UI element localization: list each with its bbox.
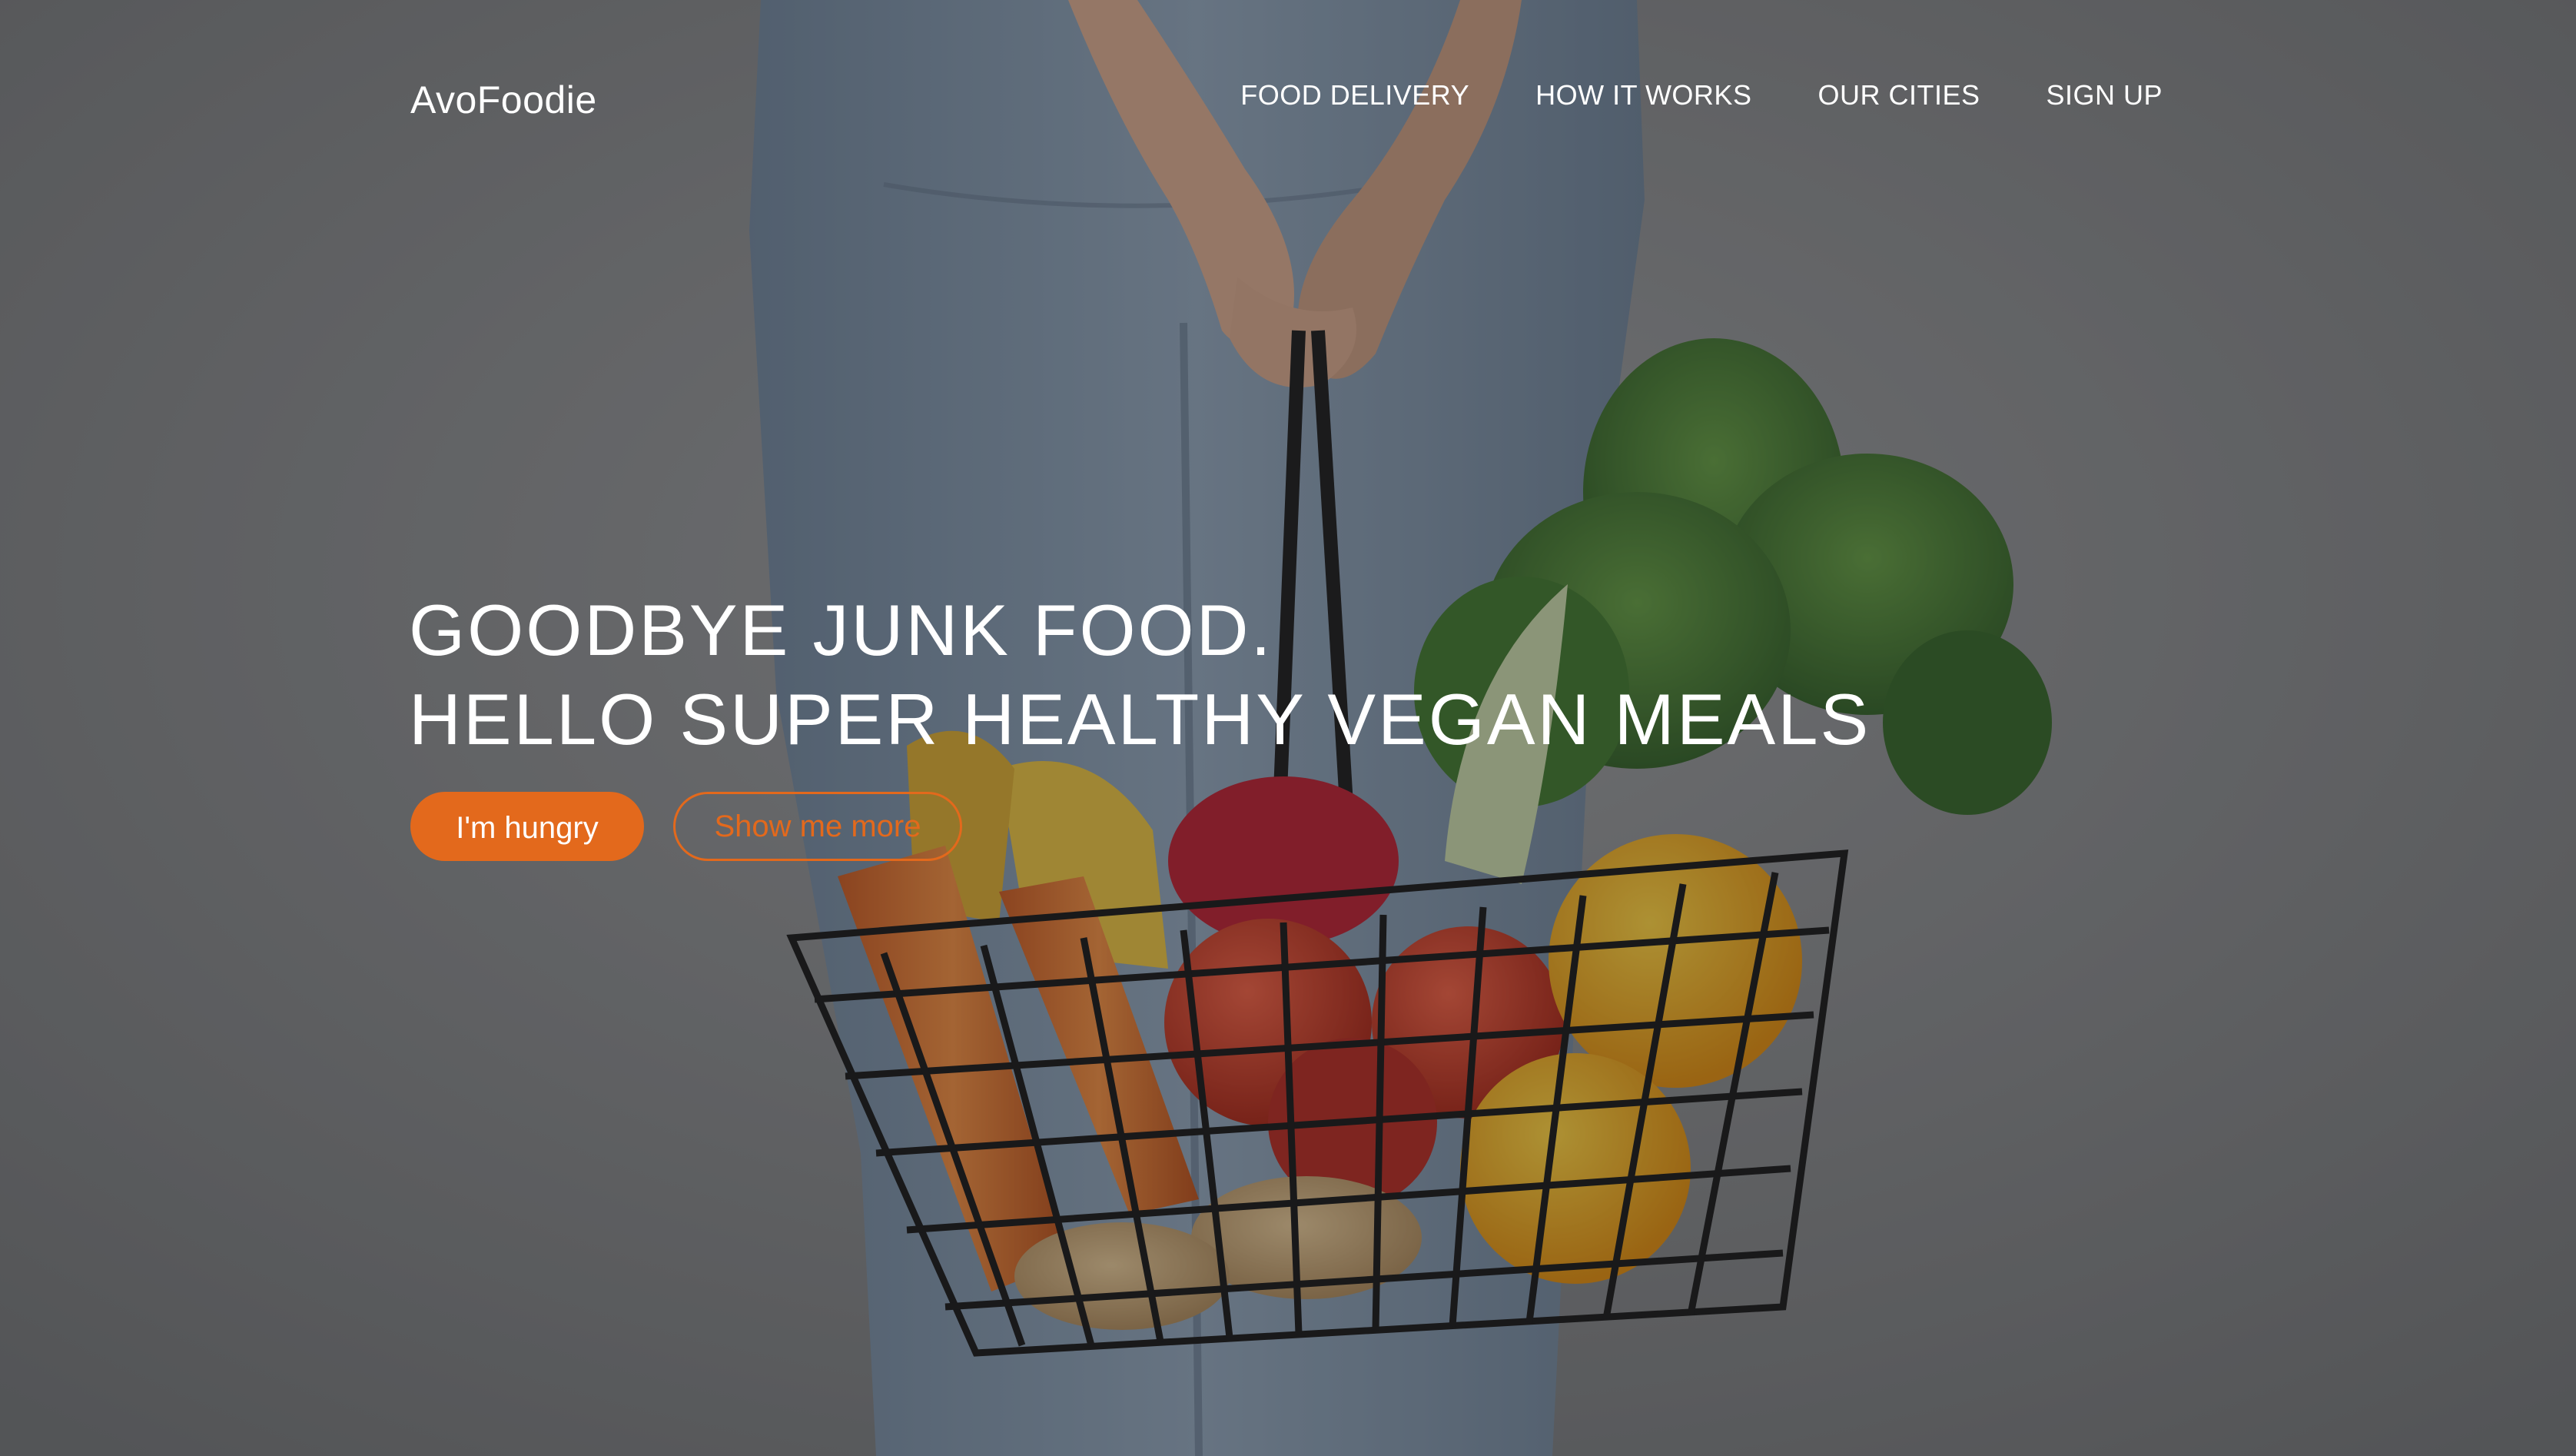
nav-link-sign-up[interactable]: SIGN UP	[2046, 74, 2163, 117]
nav-link-how-it-works[interactable]: HOW IT WORKS	[1535, 74, 1751, 117]
top-navigation: AvoFoodie FOOD DELIVERY HOW IT WORKS OUR…	[0, 0, 2576, 200]
brand-logo[interactable]: AvoFoodie	[410, 74, 597, 126]
im-hungry-button[interactable]: I'm hungry	[410, 792, 644, 861]
hero-headline-line-2: HELLO SUPER HEALTHY VEGAN MEALS	[409, 679, 1871, 760]
show-me-more-button[interactable]: Show me more	[673, 792, 962, 861]
nav-link-our-cities[interactable]: OUR CITIES	[1817, 74, 1980, 117]
hero-section: AvoFoodie FOOD DELIVERY HOW IT WORKS OUR…	[0, 0, 2576, 1456]
main-menu: FOOD DELIVERY HOW IT WORKS OUR CITIES SI…	[1240, 74, 2163, 117]
hero-headline: GOODBYE JUNK FOOD. HELLO SUPER HEALTHY V…	[409, 586, 1871, 764]
nav-link-food-delivery[interactable]: FOOD DELIVERY	[1240, 74, 1469, 117]
hero-headline-line-1: GOODBYE JUNK FOOD.	[409, 590, 1273, 670]
